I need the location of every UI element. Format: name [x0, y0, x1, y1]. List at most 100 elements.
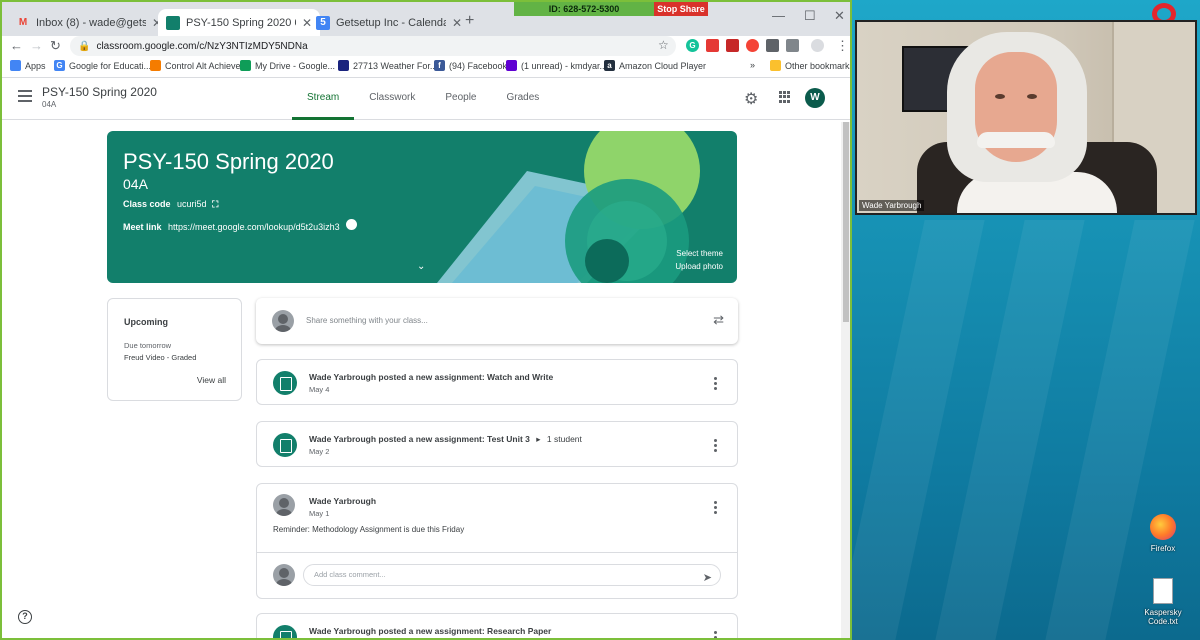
close-icon[interactable]: ✕ — [452, 16, 462, 30]
kaspersky-file-icon[interactable]: Kaspersky Code.txt — [1138, 578, 1188, 626]
tab-gmail[interactable]: M Inbox (8) - wade@getsetup.io - G ✕ — [8, 9, 170, 36]
bookmark-item[interactable]: Control Alt Achieve — [150, 60, 241, 71]
zoom-share-bar: ID: 628-572-5300 Stop Share — [514, 2, 708, 16]
bookmark-item[interactable]: 27713 Weather For... — [338, 60, 437, 71]
post-audience: 1 student — [546, 434, 582, 444]
upcoming-due: Due tomorrow — [124, 341, 172, 350]
select-theme-link[interactable]: Select theme — [676, 249, 723, 258]
tab-stream[interactable]: Stream — [292, 78, 355, 120]
tab-grades[interactable]: Grades — [492, 78, 555, 120]
grammarly-icon[interactable]: G — [686, 39, 699, 52]
firefox-desktop-icon[interactable]: Firefox — [1138, 514, 1188, 553]
bookmark-item[interactable]: f (94) Facebook — [434, 60, 507, 71]
hamburger-menu-icon[interactable] — [18, 90, 32, 105]
menu-icon[interactable]: ⋮ — [836, 38, 849, 54]
view-all-link[interactable]: View all — [197, 375, 226, 385]
bookmark-item[interactable]: G Google for Educati... — [54, 60, 151, 71]
extension-icon[interactable] — [726, 39, 739, 52]
class-code: Class code ucuri5d ⛶ — [123, 199, 219, 209]
comment-input[interactable]: Add class comment... ➤ — [303, 564, 721, 586]
scrollbar[interactable] — [841, 122, 850, 638]
list-item[interactable]: Wade Yarbrough posted a new assignment: … — [256, 613, 738, 638]
class-title[interactable]: PSY-150 Spring 2020 — [42, 85, 157, 99]
bookmark-item[interactable]: (1 unread) - kmdyar... — [506, 60, 607, 71]
more-options-icon[interactable] — [714, 377, 717, 392]
tab-title: PSY-150 Spring 2020 04A — [186, 16, 296, 29]
gmail-icon: M — [18, 16, 28, 28]
lock-icon: 🔒 — [78, 40, 91, 52]
more-options-icon[interactable] — [714, 501, 717, 516]
tab-classwork[interactable]: Classwork — [354, 78, 430, 120]
amazon-icon: a — [604, 60, 615, 71]
upcoming-item[interactable]: Freud Video - Graded — [124, 353, 196, 362]
minimize-icon[interactable]: — — [772, 8, 785, 23]
zoom-id: ID: 628-572-5300 — [548, 4, 620, 14]
meet-link: Meet link https://meet.google.com/lookup… — [123, 219, 358, 232]
profile-icon[interactable] — [811, 39, 824, 52]
help-icon[interactable]: ? — [18, 610, 32, 624]
post-body: Reminder: Methodology Assignment is due … — [273, 525, 465, 534]
star-icon[interactable]: ☆ — [658, 38, 669, 52]
meet-link-url[interactable]: https://meet.google.com/lookup/d5t2u3izh… — [168, 222, 340, 232]
google-apps-icon[interactable] — [779, 91, 791, 103]
bookmark-apps[interactable]: Apps — [10, 60, 46, 71]
classroom-icon — [166, 15, 180, 30]
more-options-icon[interactable] — [714, 631, 717, 638]
bookmark-item[interactable]: My Drive - Google... — [240, 60, 335, 71]
maximize-icon[interactable]: ☐ — [804, 8, 816, 24]
bookmark-icon — [150, 60, 161, 71]
reload-icon[interactable]: ↻ — [50, 38, 61, 54]
mail-icon — [506, 60, 517, 71]
fullscreen-icon[interactable]: ⛶ — [212, 199, 218, 209]
more-options-icon[interactable] — [714, 439, 717, 454]
back-icon[interactable]: ← — [10, 38, 23, 53]
assignment-icon — [273, 625, 297, 638]
calendar-icon: 5 — [316, 15, 330, 30]
avatar[interactable]: W — [805, 88, 825, 108]
firefox-icon — [1150, 514, 1176, 540]
bookmark-other[interactable]: Other bookmarks — [770, 60, 850, 71]
extension-icon[interactable] — [766, 39, 779, 52]
text-file-icon — [1153, 578, 1173, 604]
repost-icon[interactable]: ⇄ — [713, 312, 724, 328]
classroom-header: PSY-150 Spring 2020 04A Stream Classwork… — [2, 78, 850, 120]
tab-classroom[interactable]: PSY-150 Spring 2020 04A ✕ — [158, 9, 321, 36]
extension-icon[interactable] — [706, 39, 719, 52]
post-title: Wade Yarbrough posted a new assignment: … — [309, 372, 554, 382]
chevron-right-icon[interactable]: » — [750, 60, 755, 70]
chevron-down-icon[interactable]: ⌄ — [417, 261, 425, 272]
tab-people[interactable]: People — [430, 78, 491, 120]
list-item[interactable]: Wade Yarbrough posted a new assignment: … — [256, 359, 738, 405]
tab-calendar[interactable]: 5 Getsetup Inc - Calendar - Week o ✕ — [308, 9, 470, 36]
close-window-icon[interactable]: ✕ — [834, 8, 845, 24]
apps-icon — [10, 60, 21, 71]
share-box[interactable]: Share something with your class... ⇄ — [256, 298, 738, 344]
post-title: Wade Yarbrough posted a new assignment: … — [309, 626, 552, 636]
gear-icon[interactable]: ⚙ — [744, 89, 758, 109]
video-camera-icon[interactable] — [346, 219, 358, 230]
list-item[interactable]: Wade Yarbrough posted a new assignment: … — [256, 421, 738, 467]
google-icon: G — [54, 60, 65, 71]
send-icon[interactable]: ➤ — [703, 568, 712, 588]
upload-photo-link[interactable]: Upload photo — [675, 262, 723, 271]
upcoming-title: Upcoming — [124, 317, 168, 327]
weather-icon — [338, 60, 349, 71]
drive-icon — [240, 60, 251, 71]
url-input[interactable]: 🔒 classroom.google.com/c/NzY3NTIzMDY5NDN… — [70, 36, 676, 56]
tab-title: Inbox (8) - wade@getsetup.io - G — [36, 16, 146, 29]
extension-icon[interactable] — [746, 39, 759, 52]
share-placeholder: Share something with your class... — [306, 316, 428, 325]
post-date: May 2 — [309, 447, 330, 456]
url-text: classroom.google.com/c/NzY3NTIzMDY5NDNa — [96, 40, 308, 52]
new-tab-button[interactable]: + — [465, 12, 474, 30]
tab-strip: M Inbox (8) - wade@getsetup.io - G ✕ PSY… — [2, 2, 850, 36]
classroom-tabs: Stream Classwork People Grades — [292, 78, 554, 120]
extension-icon[interactable] — [786, 39, 799, 52]
banner-title: PSY-150 Spring 2020 — [123, 149, 334, 174]
stop-share-button[interactable]: Stop Share — [654, 2, 708, 16]
class-section: 04A — [42, 100, 57, 109]
forward-icon[interactable]: → — [30, 38, 43, 53]
bookmark-item[interactable]: a Amazon Cloud Player — [604, 60, 706, 71]
class-banner: PSY-150 Spring 2020 04A Class code ucuri… — [107, 131, 737, 283]
browser-window: M Inbox (8) - wade@getsetup.io - G ✕ PSY… — [0, 0, 852, 640]
